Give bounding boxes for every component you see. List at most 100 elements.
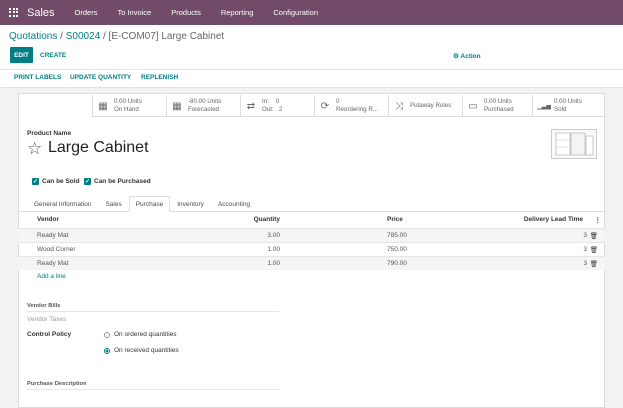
table-row[interactable]: Ready Mat 1.00 790.00 3 🗑 bbox=[18, 256, 605, 270]
signal-icon: ▁▃▅ bbox=[537, 103, 551, 110]
cabinet-image-icon bbox=[555, 132, 594, 156]
divider bbox=[0, 69, 623, 70]
lead-time-cell: 3 bbox=[583, 260, 587, 267]
smart-button-putaway[interactable]: ⤨ Putaway Rules bbox=[388, 95, 462, 117]
smart-button-forecasted[interactable]: ▦ -80.00 Units Forecasted bbox=[166, 95, 240, 117]
can-be-sold-label: Can be Sold bbox=[42, 178, 80, 185]
column-options-icon[interactable]: ⋮ bbox=[595, 216, 602, 224]
purchase-description-section-title: Purchase Description bbox=[27, 381, 87, 387]
action-label: Action bbox=[460, 53, 481, 60]
table-row[interactable]: Ready Mat 3.00 785.00 3 🗑 bbox=[18, 228, 605, 242]
control-policy-label: Control Policy bbox=[27, 331, 72, 338]
column-quantity[interactable]: Quantity bbox=[254, 216, 280, 223]
cubes-icon: ▦ bbox=[172, 100, 182, 112]
lead-time-cell: 3 bbox=[583, 232, 587, 239]
print-labels-button[interactable]: PRINT LABELS bbox=[14, 74, 61, 81]
column-lead-time[interactable]: Delivery Lead Time bbox=[524, 216, 583, 223]
smart-button-in-out[interactable]: ⇄ In: 0 Out: 2 bbox=[240, 95, 314, 117]
price-cell: 750.00 bbox=[387, 246, 407, 253]
trash-icon[interactable]: 🗑 bbox=[590, 246, 598, 254]
radio-unchecked-icon bbox=[104, 331, 110, 338]
quantity-cell: 1.00 bbox=[267, 260, 280, 267]
tab-general-information[interactable]: General Information bbox=[27, 196, 98, 212]
radio-label: On ordered quantities bbox=[114, 331, 177, 338]
smart-button-label: Out: 2 bbox=[262, 106, 283, 113]
smart-button-value: -80.00 Units bbox=[188, 98, 222, 105]
radio-on-received-quantities[interactable]: On received quantities bbox=[104, 347, 179, 354]
refresh-icon: ⟳ bbox=[320, 100, 330, 112]
apps-grid-icon[interactable] bbox=[9, 7, 19, 18]
menu-configuration[interactable]: Configuration bbox=[263, 8, 328, 17]
breadcrumb-quotations[interactable]: Quotations bbox=[9, 31, 57, 42]
breadcrumb-order[interactable]: S00024 bbox=[66, 31, 100, 42]
smart-button-value: 0.00 Units bbox=[484, 98, 512, 105]
smart-button-value: In: 0 bbox=[262, 98, 280, 105]
vendor-table-header: Vendor Quantity Price Delivery Lead Time… bbox=[18, 213, 605, 227]
smart-button-label: Sold bbox=[554, 106, 567, 113]
smart-button-value: Putaway Rules bbox=[410, 102, 452, 109]
checkmark-icon: ✓ bbox=[32, 178, 39, 185]
tab-inventory[interactable]: Inventory bbox=[170, 196, 211, 212]
smart-button-on-hand[interactable]: ▦ 0.00 Units On Hand bbox=[92, 95, 166, 117]
update-quantity-button[interactable]: UPDATE QUANTITY bbox=[70, 74, 131, 81]
radio-checked-icon bbox=[104, 347, 110, 354]
menu-orders[interactable]: Orders bbox=[65, 8, 108, 17]
cubes-icon: ▦ bbox=[98, 100, 108, 112]
smart-buttons: ▦ 0.00 Units On Hand ▦ -80.00 Units Foreca… bbox=[92, 95, 605, 117]
vendor-cell: Ready Mat bbox=[37, 260, 69, 267]
trash-icon[interactable]: 🗑 bbox=[590, 260, 598, 268]
product-name-label: Product Name bbox=[27, 130, 72, 137]
smart-button-label: Forecasted bbox=[188, 106, 219, 113]
section-divider bbox=[27, 311, 279, 312]
smart-button-sold[interactable]: ▁▃▅ 0.00 Units Sold bbox=[532, 95, 605, 117]
product-image[interactable] bbox=[551, 129, 597, 159]
smart-button-reordering[interactable]: ⟳ 0 Reordering R... bbox=[314, 95, 388, 117]
trash-icon[interactable]: 🗑 bbox=[590, 232, 598, 240]
breadcrumb-current: [E-COM07] Large Cabinet bbox=[108, 31, 225, 42]
radio-on-ordered-quantities[interactable]: On ordered quantities bbox=[104, 331, 177, 338]
quantity-cell: 1.00 bbox=[267, 246, 280, 253]
can-be-sold-checkbox[interactable]: ✓ Can be Sold bbox=[32, 178, 80, 185]
smart-button-label: Purchased bbox=[484, 106, 514, 113]
tab-accounting[interactable]: Accounting bbox=[211, 196, 257, 212]
checkmark-icon: ✓ bbox=[84, 178, 91, 185]
replenish-button[interactable]: REPLENISH bbox=[141, 74, 178, 81]
star-icon[interactable]: ☆ bbox=[27, 140, 42, 157]
table-row[interactable]: Wood Corner 1.00 750.00 3 🗑 bbox=[18, 242, 605, 256]
vendor-taxes-label: Vendor Taxes bbox=[27, 316, 67, 323]
column-vendor[interactable]: Vendor bbox=[37, 216, 59, 223]
vendor-bills-section-title: Vendor Bills bbox=[27, 303, 61, 309]
create-button[interactable]: CREATE bbox=[40, 47, 66, 63]
can-be-purchased-checkbox[interactable]: ✓ Can be Purchased bbox=[84, 178, 151, 185]
tab-purchase[interactable]: Purchase bbox=[128, 196, 171, 212]
lead-time-cell: 3 bbox=[583, 246, 587, 253]
smart-button-label: On Hand bbox=[114, 106, 139, 113]
action-dropdown[interactable]: ⚙ Action bbox=[453, 52, 481, 60]
form-tabs: General Information Sales Purchase Inven… bbox=[27, 196, 257, 212]
smart-button-label: Reordering R... bbox=[336, 106, 378, 113]
top-navbar: Sales Orders To Invoice Products Reporti… bbox=[0, 0, 623, 25]
shuffle-icon: ⤨ bbox=[395, 100, 403, 112]
price-cell: 790.00 bbox=[387, 260, 407, 267]
breadcrumb: Quotations / S00024 / [E-COM07] Large Ca… bbox=[9, 31, 224, 42]
credit-card-icon: ▭ bbox=[468, 100, 478, 112]
vendor-cell: Ready Mat bbox=[37, 232, 69, 239]
menu-products[interactable]: Products bbox=[161, 8, 211, 17]
edit-button[interactable]: EDIT bbox=[10, 47, 33, 63]
menu-to-invoice[interactable]: To Invoice bbox=[107, 8, 161, 17]
smart-button-value: 0.00 Units bbox=[114, 98, 142, 105]
smart-button-purchased[interactable]: ▭ 0.00 Units Purchased bbox=[462, 95, 532, 117]
menu-reporting[interactable]: Reporting bbox=[211, 8, 264, 17]
breadcrumb-separator: / bbox=[57, 31, 66, 42]
app-name[interactable]: Sales bbox=[27, 7, 55, 19]
section-divider bbox=[27, 389, 279, 390]
product-title: Large Cabinet bbox=[48, 139, 149, 156]
quantity-cell: 3.00 bbox=[267, 232, 280, 239]
column-price[interactable]: Price bbox=[387, 216, 403, 223]
add-line-link[interactable]: Add a line bbox=[37, 273, 66, 280]
in-out-arrows-icon: ⇄ bbox=[246, 100, 256, 112]
can-be-purchased-label: Can be Purchased bbox=[94, 178, 151, 185]
price-cell: 785.00 bbox=[387, 232, 407, 239]
smart-button-value: 0.00 Units bbox=[554, 98, 582, 105]
tab-sales[interactable]: Sales bbox=[98, 196, 128, 212]
